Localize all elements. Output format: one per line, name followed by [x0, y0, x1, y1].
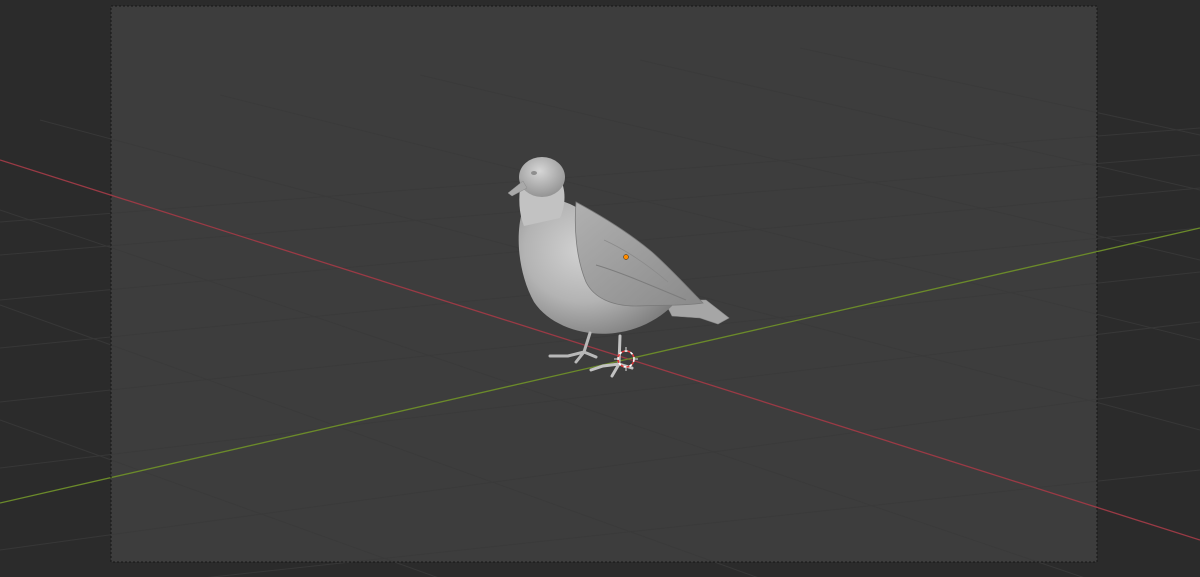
viewport-canvas[interactable]: [0, 0, 1200, 577]
pigeon-head: [519, 157, 565, 197]
object-origin-dot: [623, 254, 629, 260]
pigeon-eye: [531, 171, 537, 175]
3d-viewport[interactable]: [0, 0, 1200, 577]
